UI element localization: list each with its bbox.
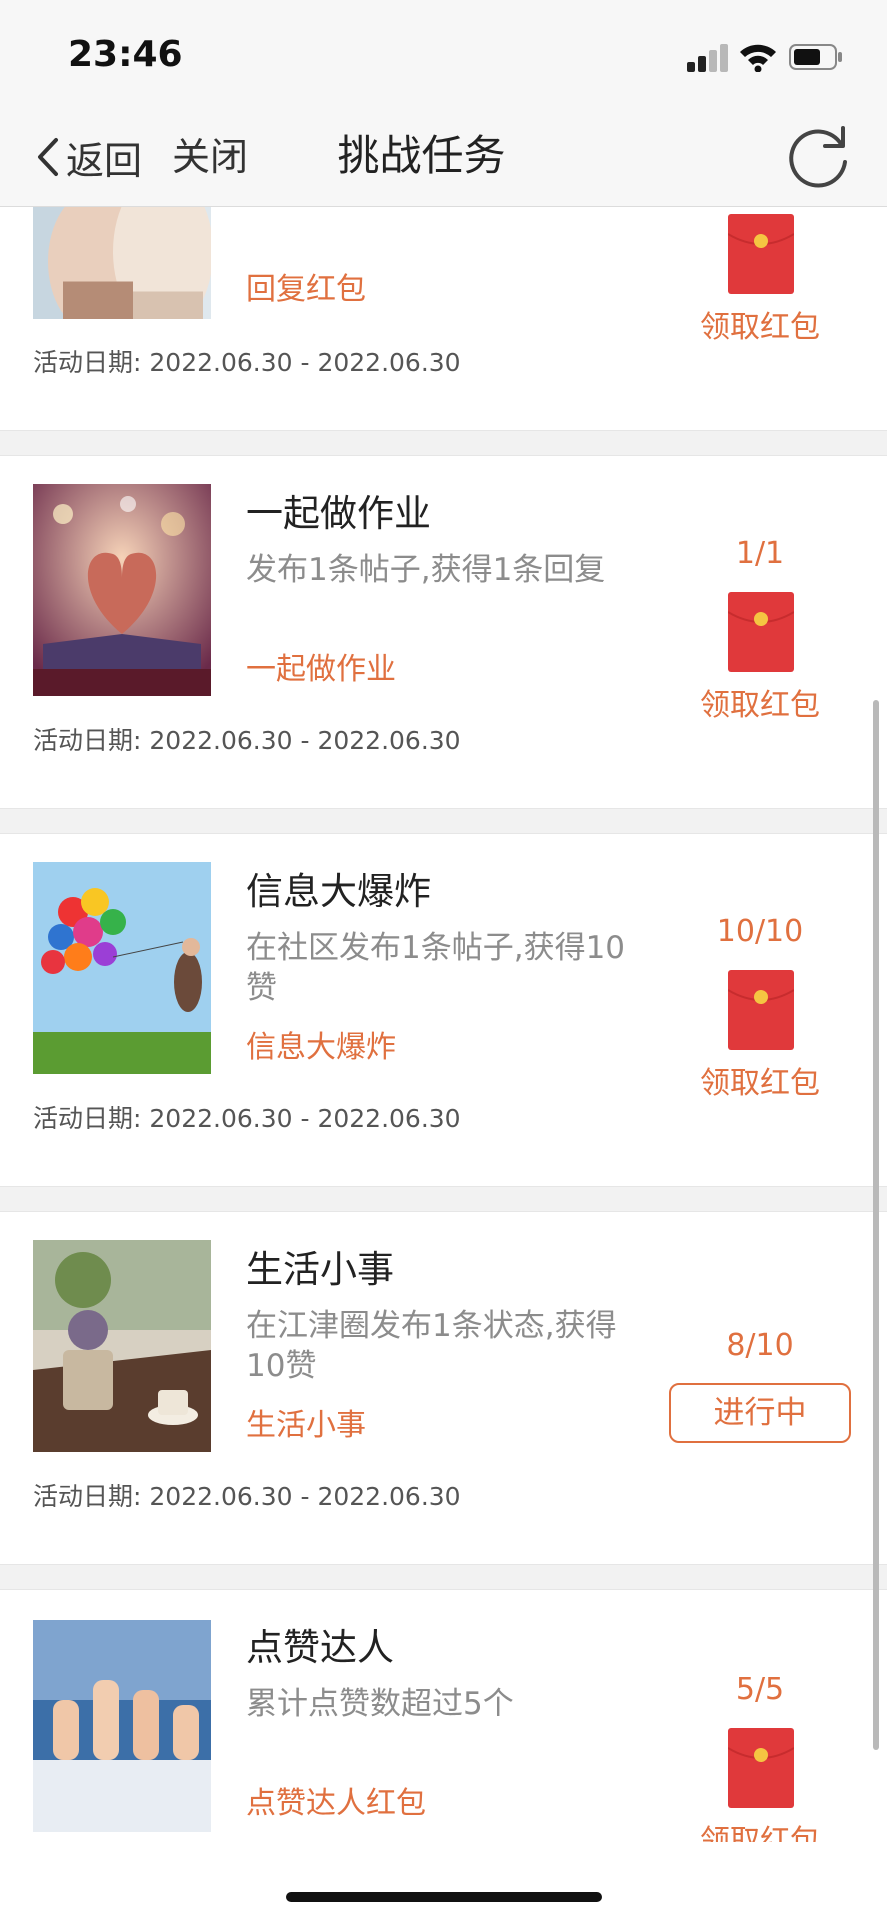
task-title: 信息大爆炸 (246, 870, 431, 913)
task-progress: 10/10 (716, 914, 804, 949)
scrollbar[interactable] (873, 700, 879, 1750)
date-label: 活动日期: (33, 1482, 142, 1511)
date-label: 活动日期: (33, 726, 142, 755)
date-range: 2022.06.30 - 2022.06.30 (149, 348, 461, 377)
task-thumbnail (33, 862, 211, 1074)
task-tag: 点赞达人红包 (246, 1786, 426, 1821)
in-progress-button[interactable]: 进行中 (669, 1383, 851, 1443)
task-tag: 回复红包 (246, 272, 366, 307)
task-card[interactable]: 生活小事 在江津圈发布1条状态,获得10赞 生活小事 8/10 进行中 活动日期… (0, 1212, 887, 1564)
task-description: 在社区发布1条帖子,获得10赞 (246, 930, 626, 1006)
task-thumbnail (33, 484, 211, 696)
task-progress: 1/1 (735, 536, 785, 571)
task-progress: 8/10 (726, 1328, 794, 1363)
page-title-text: 挑战任务 (337, 131, 506, 180)
bottom-safe-area (0, 1842, 887, 1920)
task-card[interactable]: 信息大爆炸 在社区发布1条帖子,获得10赞 信息大爆炸 10/10 领取红包 活… (0, 834, 887, 1186)
card-separator (0, 430, 887, 456)
task-description: 累计点赞数超过5个 (246, 1686, 514, 1722)
balloons-photo-icon (33, 862, 211, 1074)
wifi-icon (740, 44, 776, 72)
back-label: 返回 (66, 138, 143, 183)
task-tag: 生活小事 (246, 1408, 366, 1443)
thumbs-up-photo-icon (33, 1620, 211, 1832)
status-bar: 23:46 (0, 0, 887, 110)
card-separator (0, 808, 887, 834)
claim-red-envelope-button[interactable]: 领取红包 (660, 308, 860, 348)
task-description: 在江津圈发布1条状态,获得10赞 (246, 1308, 617, 1384)
card-separator (0, 1564, 887, 1590)
task-tag: 一起做作业 (246, 652, 396, 687)
red-envelope-icon[interactable] (728, 214, 794, 294)
navigation-bar: 返回 关闭 挑战任务 (0, 110, 887, 207)
date-label: 活动日期: (33, 1104, 142, 1133)
close-button[interactable]: 关闭 (172, 134, 248, 180)
task-tag: 信息大爆炸 (246, 1030, 396, 1065)
date-label: 活动日期: (33, 348, 142, 377)
battery-icon (789, 44, 842, 70)
home-indicator[interactable] (286, 1892, 602, 1902)
task-title: 生活小事 (246, 1248, 394, 1291)
task-thumbnail (33, 1620, 211, 1832)
task-thumbnail (33, 1240, 211, 1452)
red-envelope-icon[interactable] (728, 1728, 794, 1808)
back-button[interactable]: 返回 (34, 134, 142, 183)
heart-book-photo-icon (33, 484, 211, 696)
task-progress: 5/5 (735, 1672, 785, 1707)
task-description: 发布1条帖子,获得1条回复 (246, 552, 606, 588)
red-envelope-icon[interactable] (728, 970, 794, 1050)
activity-date: 活动日期: 2022.06.30 - 2022.06.30 (33, 1102, 461, 1136)
status-time: 23:46 (68, 34, 183, 75)
task-card[interactable]: 一起做作业 发布1条帖子,获得1条回复 一起做作业 1/1 领取红包 活动日期:… (0, 456, 887, 808)
date-range: 2022.06.30 - 2022.06.30 (149, 726, 461, 755)
card-separator (0, 1186, 887, 1212)
cellular-signal-icon (687, 44, 728, 72)
chevron-left-icon (38, 138, 58, 176)
activity-date: 活动日期: 2022.06.30 - 2022.06.30 (33, 724, 461, 758)
claim-red-envelope-button[interactable]: 领取红包 (660, 1064, 860, 1104)
claim-red-envelope-button[interactable]: 领取红包 (660, 686, 860, 726)
date-range: 2022.06.30 - 2022.06.30 (149, 1104, 461, 1133)
activity-date: 活动日期: 2022.06.30 - 2022.06.30 (33, 1480, 461, 1514)
task-title: 点赞达人 (246, 1626, 394, 1669)
coffee-table-photo-icon (33, 1240, 211, 1452)
refresh-icon[interactable] (783, 122, 853, 192)
red-envelope-icon[interactable] (728, 592, 794, 672)
task-title: 一起做作业 (246, 492, 431, 535)
activity-date: 活动日期: 2022.06.30 - 2022.06.30 (33, 346, 461, 380)
date-range: 2022.06.30 - 2022.06.30 (149, 1482, 461, 1511)
